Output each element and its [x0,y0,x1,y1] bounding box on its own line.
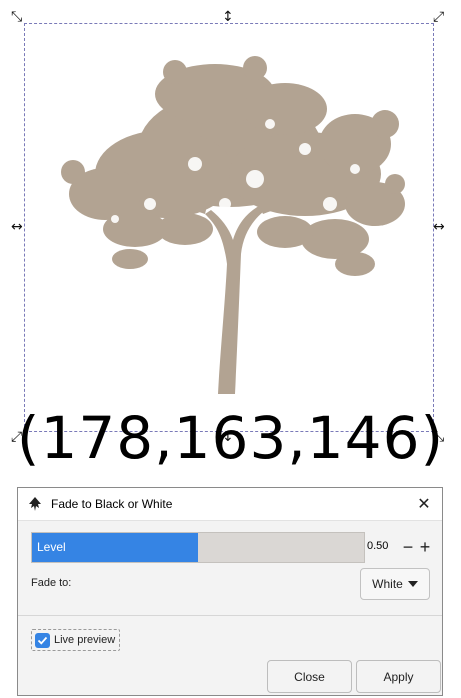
tree-silhouette-image[interactable] [55,54,410,399]
increment-button[interactable]: + [416,535,434,559]
checkbox-checked-icon[interactable] [35,632,50,648]
color-rgb-readout: (178,163,146) [16,404,445,472]
scale-handle-top-left-icon[interactable]: ⤡ [11,10,22,24]
fade-to-selected: White [372,577,403,591]
live-preview-label: Live preview [54,634,116,646]
close-button[interactable]: Close [267,660,352,693]
dialog-titlebar[interactable]: Fade to Black or White ✕ [18,488,442,521]
scale-handle-top-right-icon[interactable]: ⤢ [433,10,444,24]
caret-down-icon [407,581,418,587]
apply-button[interactable]: Apply [356,660,441,693]
decrement-button[interactable]: − [399,535,417,559]
level-label: Level [37,540,66,554]
dialog-title: Fade to Black or White [51,497,173,511]
level-slider[interactable]: Level [31,532,365,563]
fade-dialog: Fade to Black or White ✕ Level 0.50 − + … [17,487,443,696]
fade-to-dropdown[interactable]: White [360,568,430,600]
scale-handle-right-icon[interactable]: ↔ [433,220,445,234]
close-icon[interactable]: ✕ [414,494,434,514]
inkscape-logo-icon [29,497,41,511]
scale-handle-left-icon[interactable]: ↔ [11,220,23,234]
divider [18,615,442,616]
drawing-canvas[interactable]: ⤡ ↕ ⤢ ↔ ↔ ⤢ ↕ ⤡ (178,163,146) [0,0,461,482]
scale-handle-top-icon[interactable]: ↕ [222,10,234,24]
level-value[interactable]: 0.50 [367,540,388,552]
live-preview-checkbox[interactable]: Live preview [31,629,121,651]
level-row: Level 0.50 − + [31,532,431,564]
fade-to-label: Fade to: [31,577,72,589]
